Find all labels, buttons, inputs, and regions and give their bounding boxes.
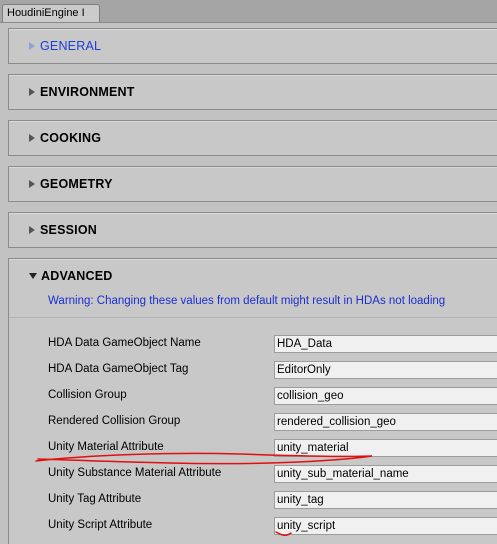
- unity-material-attribute-input[interactable]: [274, 439, 497, 457]
- section-environment-title: ENVIRONMENT: [40, 85, 135, 99]
- field-row: Unity Tag Attribute: [48, 491, 497, 510]
- section-general[interactable]: GENERAL: [8, 28, 497, 64]
- section-environment-header[interactable]: ENVIRONMENT: [9, 75, 497, 109]
- field-label: Unity Substance Material Attribute: [48, 467, 222, 479]
- field-label: HDA Data GameObject Tag: [48, 363, 189, 375]
- settings-panel: GENERAL ENVIRONMENT COOKING GEOMETRY SES…: [0, 22, 497, 544]
- field-label: Unity Script Attribute: [48, 519, 153, 531]
- collision-group-input[interactable]: [274, 387, 497, 405]
- section-environment[interactable]: ENVIRONMENT: [8, 74, 497, 110]
- expand-arrow-icon: [29, 42, 35, 50]
- field-row: Collision Group: [48, 387, 497, 406]
- field-row: Rendered Collision Group: [48, 413, 497, 432]
- unity-tag-attribute-input[interactable]: [274, 491, 497, 509]
- section-cooking[interactable]: COOKING: [8, 120, 497, 156]
- hda-data-gameobject-tag-input[interactable]: [274, 361, 497, 379]
- section-session-title: SESSION: [40, 223, 97, 237]
- field-row: HDA Data GameObject Name: [48, 335, 497, 354]
- section-cooking-header[interactable]: COOKING: [9, 121, 497, 155]
- section-general-title: GENERAL: [40, 39, 102, 53]
- section-advanced-title: ADVANCED: [41, 269, 113, 283]
- houdini-engine-tab[interactable]: HoudiniEngine I: [2, 4, 100, 22]
- section-advanced-header[interactable]: ADVANCED: [9, 259, 497, 293]
- section-geometry-title: GEOMETRY: [40, 177, 113, 191]
- unity-substance-material-attribute-input[interactable]: [274, 465, 497, 483]
- editor-tab-bar: HoudiniEngine I: [0, 0, 497, 23]
- section-session-header[interactable]: SESSION: [9, 213, 497, 247]
- section-geometry-header[interactable]: GEOMETRY: [9, 167, 497, 201]
- field-label: Unity Tag Attribute: [48, 493, 142, 505]
- expand-arrow-icon: [29, 134, 35, 142]
- section-cooking-title: COOKING: [40, 131, 102, 145]
- rendered-collision-group-input[interactable]: [274, 413, 497, 431]
- expand-arrow-icon: [29, 88, 35, 96]
- collapse-arrow-icon: [29, 273, 37, 279]
- field-label: Rendered Collision Group: [48, 415, 181, 427]
- field-row: HDA Data GameObject Tag: [48, 361, 497, 380]
- expand-arrow-icon: [29, 226, 35, 234]
- field-label: Unity Material Attribute: [48, 441, 164, 453]
- section-general-header[interactable]: GENERAL: [9, 29, 497, 63]
- unity-script-attribute-input[interactable]: [274, 517, 497, 535]
- field-row: Unity Substance Material Attribute: [48, 465, 497, 484]
- section-geometry[interactable]: GEOMETRY: [8, 166, 497, 202]
- field-row: Unity Script Attribute: [48, 517, 497, 536]
- hda-data-gameobject-name-input[interactable]: [274, 335, 497, 353]
- section-session[interactable]: SESSION: [8, 212, 497, 248]
- field-label: HDA Data GameObject Name: [48, 337, 201, 349]
- field-row: Unity Material Attribute: [48, 439, 497, 458]
- field-label: Collision Group: [48, 389, 127, 401]
- expand-arrow-icon: [29, 180, 35, 188]
- divider: [9, 317, 497, 318]
- warning-message: Warning: Changing these values from defa…: [48, 295, 446, 307]
- section-advanced: ADVANCED Warning: Changing these values …: [8, 258, 497, 544]
